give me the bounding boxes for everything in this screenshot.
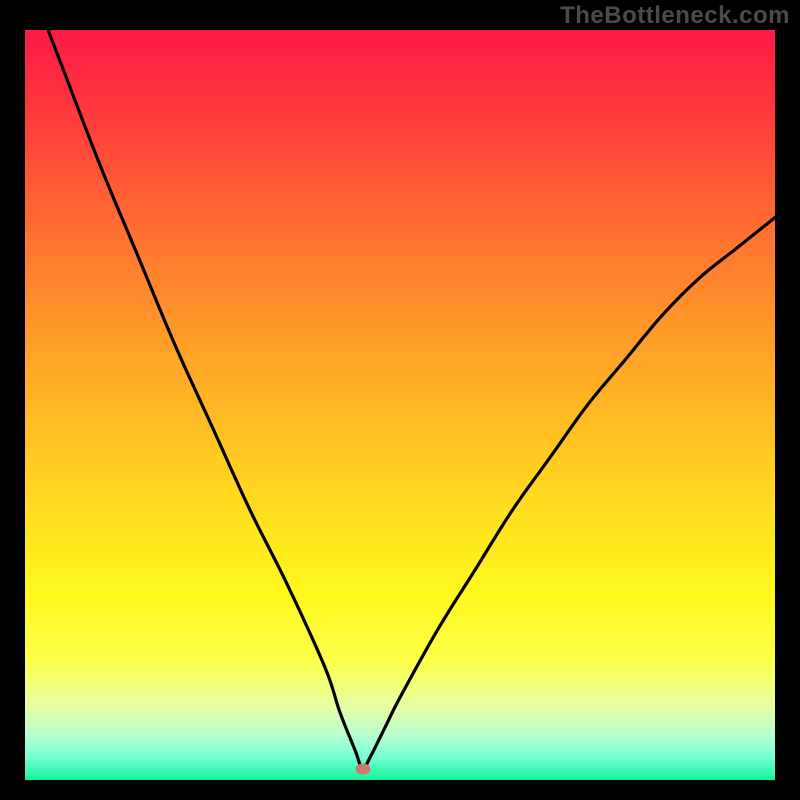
minimum-marker <box>355 763 370 774</box>
chart-container: TheBottleneck.com <box>0 0 800 800</box>
watermark-text: TheBottleneck.com <box>560 2 790 30</box>
plot-area <box>25 30 775 780</box>
bottleneck-curve <box>25 30 775 769</box>
curve-layer <box>25 30 775 780</box>
